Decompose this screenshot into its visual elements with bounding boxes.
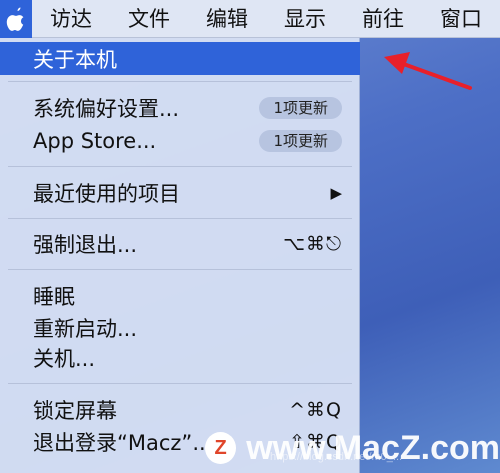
menu-item-label: 睡眠: [33, 285, 75, 309]
apple-logo-icon: [6, 7, 24, 31]
menu-go[interactable]: 前往: [344, 0, 422, 38]
shortcut-label: ⌥⌘⎋: [283, 233, 342, 255]
menu-edit[interactable]: 编辑: [188, 0, 266, 38]
update-badge: 1项更新: [259, 130, 342, 152]
menu-separator: [8, 81, 352, 82]
menu-item-label: 最近使用的项目: [33, 182, 180, 206]
menu-separator: [8, 218, 352, 219]
update-badge: 1项更新: [259, 97, 342, 119]
menu-separator: [8, 166, 352, 167]
apple-menu-button[interactable]: [0, 0, 32, 38]
menu-item-restart[interactable]: 重新启动...: [0, 313, 360, 343]
menu-item-label: 系统偏好设置...: [33, 97, 180, 121]
menu-item-label: 重新启动...: [33, 317, 138, 341]
menu-item-system-preferences[interactable]: 系统偏好设置... 1项更新: [0, 93, 360, 123]
menu-item-lock-screen[interactable]: 锁定屏幕 ^⌘Q: [0, 395, 360, 425]
macz-logo: Z: [205, 432, 237, 464]
menu-file[interactable]: 文件: [110, 0, 188, 38]
submenu-arrow-icon: ▶: [330, 184, 342, 202]
menu-item-about[interactable]: 关于本机: [0, 42, 360, 75]
menu-item-label: 强制退出...: [33, 233, 138, 257]
menu-separator: [8, 383, 352, 384]
menu-item-recent-items[interactable]: 最近使用的项目 ▶: [0, 178, 360, 208]
menu-item-force-quit[interactable]: 强制退出... ⌥⌘⎋: [0, 229, 360, 259]
menu-item-shutdown[interactable]: 关机...: [0, 343, 360, 373]
apple-dropdown-menu: 关于本机 系统偏好设置... 1项更新 App Store... 1项更新 最近…: [0, 38, 360, 473]
menu-finder[interactable]: 访达: [32, 0, 110, 38]
menu-item-sleep[interactable]: 睡眠: [0, 281, 360, 311]
menu-item-label: 关于本机: [33, 47, 117, 72]
menu-separator: [8, 269, 352, 270]
menu-window[interactable]: 窗口: [422, 0, 500, 38]
menu-bar: 访达 文件 编辑 显示 前往 窗口: [0, 0, 500, 38]
menu-item-label: App Store...: [33, 129, 157, 153]
menu-item-label: 关机...: [33, 347, 96, 371]
annotation-arrow-icon: [384, 52, 472, 90]
watermark-url: https://blog.csdn.net/m0_...: [270, 451, 403, 463]
watermark: Z www.MacZ.com: [205, 425, 500, 471]
shortcut-label: ^⌘Q: [289, 399, 342, 421]
menu-item-label: 锁定屏幕: [33, 399, 117, 423]
menu-view[interactable]: 显示: [266, 0, 344, 38]
menu-item-app-store[interactable]: App Store... 1项更新: [0, 126, 360, 156]
